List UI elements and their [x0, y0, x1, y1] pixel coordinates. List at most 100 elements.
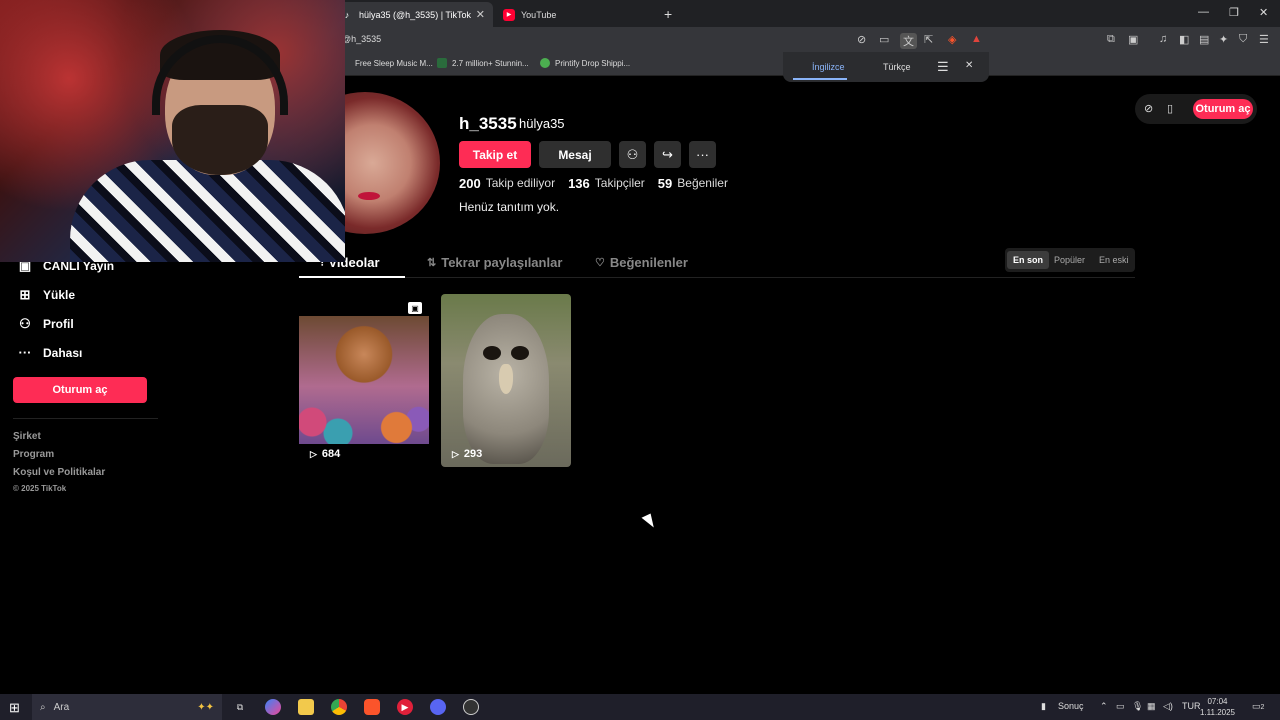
- tab-youtube[interactable]: ▶ YouTube: [495, 2, 655, 27]
- rewards-icon[interactable]: ▲: [971, 33, 982, 45]
- translate-option-english[interactable]: İngilizce: [812, 62, 845, 72]
- chevron-up-icon[interactable]: ⌃: [1100, 701, 1108, 712]
- view-count: ▷ 684: [310, 448, 341, 460]
- clock[interactable]: 07:04 1.11.2025: [1200, 696, 1235, 718]
- brave-icon[interactable]: [364, 699, 380, 715]
- volume-icon[interactable]: ◁): [1163, 701, 1173, 712]
- login-button-header[interactable]: Oturum aç: [1193, 99, 1253, 119]
- wallet-icon[interactable]: ▤: [1199, 33, 1209, 46]
- weather-widget[interactable]: Sonuç: [1058, 701, 1084, 711]
- bookmark-item[interactable]: Printify Drop Shippi...: [540, 58, 630, 68]
- network-icon[interactable]: ▦: [1147, 701, 1156, 712]
- sparkle-icon: ✦✦: [197, 701, 214, 713]
- video-thumbnail-detail: [299, 389, 429, 444]
- folder-icon[interactable]: [298, 699, 314, 715]
- url-field[interactable]: @h_3535: [342, 34, 381, 44]
- avatar-detail: [358, 192, 380, 200]
- sort-popular[interactable]: Popüler: [1048, 251, 1091, 269]
- new-tab-button[interactable]: +: [664, 6, 672, 22]
- pinned-icon: ▣: [408, 302, 422, 314]
- cast-icon[interactable]: ▭: [879, 33, 889, 46]
- login-button-sidebar[interactable]: Oturum aç: [13, 377, 147, 403]
- sidebar-item-upload[interactable]: ⊞ Yükle: [16, 287, 75, 303]
- close-tab-icon[interactable]: ✕: [476, 8, 485, 21]
- follow-button[interactable]: Takip et: [459, 141, 531, 168]
- share-icon[interactable]: ⇱: [924, 33, 933, 46]
- leo-icon[interactable]: ✦: [1219, 33, 1228, 46]
- likes-count: 59: [657, 176, 673, 191]
- tracking-icon[interactable]: ⊘: [857, 33, 866, 46]
- sidebar-icon[interactable]: ◧: [1179, 33, 1189, 46]
- sidebar-item-more[interactable]: ··· Dahası: [16, 345, 83, 360]
- likes-label: Beğeniler: [677, 176, 728, 190]
- header-actions: ⊘ ▯ Oturum aç: [1135, 94, 1257, 124]
- user-icon: ⚇: [19, 316, 31, 331]
- minimize-button[interactable]: —: [1198, 6, 1209, 18]
- message-button[interactable]: Mesaj: [539, 141, 611, 168]
- nba-icon[interactable]: ▮: [1041, 701, 1046, 712]
- brave-shield-icon[interactable]: ◈: [948, 33, 956, 46]
- thumbnail-detail: [499, 364, 513, 394]
- mobile-icon[interactable]: ▯: [1167, 102, 1173, 115]
- mouse-cursor: [641, 513, 657, 531]
- extensions-icon[interactable]: ⧉: [1107, 33, 1115, 46]
- music-icon[interactable]: ♫: [1159, 33, 1167, 45]
- tab-label: hülya35 (@h_3535) | TikTok: [359, 9, 472, 20]
- following-count[interactable]: 200: [459, 176, 481, 191]
- view-count: ▷ 293: [452, 448, 483, 460]
- translate-option-turkish[interactable]: Türkçe: [883, 62, 911, 72]
- obs-icon[interactable]: [463, 699, 479, 715]
- sidebar-divider: [13, 418, 158, 419]
- footer-copyright: © 2025 TikTok: [13, 484, 67, 493]
- share-profile-button[interactable]: ↪: [654, 141, 681, 168]
- close-window-button[interactable]: ✕: [1259, 6, 1268, 19]
- footer-link-terms[interactable]: Koşul ve Politikalar: [13, 467, 105, 478]
- microphone-icon[interactable]: 🎙︎: [1132, 701, 1143, 712]
- task-view-icon[interactable]: ⧉: [232, 699, 248, 715]
- translate-menu-icon[interactable]: ☰: [937, 59, 949, 75]
- discord-icon[interactable]: [430, 699, 446, 715]
- taskbar-search[interactable]: ⌕ Ara ✦✦: [32, 694, 222, 720]
- sort-newest[interactable]: En son: [1007, 251, 1050, 269]
- sort-oldest[interactable]: En eski: [1093, 251, 1135, 269]
- notification-icon[interactable]: ▭2: [1252, 701, 1264, 712]
- webcam-person-beard: [172, 105, 268, 175]
- tab-reposts[interactable]: ⇅ Tekrar paylaşılanlar: [427, 255, 562, 270]
- tab-liked[interactable]: ♡ Beğenilenler: [595, 255, 688, 270]
- sidebar-item-profile[interactable]: ⚇ Profil: [16, 316, 74, 332]
- following-label[interactable]: Takip ediliyor: [486, 176, 555, 191]
- profile-username: h_3535: [459, 114, 517, 133]
- more-options-button[interactable]: ···: [689, 141, 716, 168]
- video-card[interactable]: ▷ 293: [441, 294, 571, 467]
- add-friend-button[interactable]: ⚇: [619, 141, 646, 168]
- maximize-button[interactable]: ❐: [1229, 6, 1239, 19]
- footer-link-company[interactable]: Şirket: [13, 431, 41, 442]
- translate-icon[interactable]: 文: [900, 33, 917, 49]
- copilot-icon[interactable]: [265, 699, 281, 715]
- bookmark-item[interactable]: 2.7 million+ Stunnin...: [437, 58, 529, 68]
- video-card[interactable]: ▷ 684: [299, 294, 429, 467]
- tray-icon[interactable]: ▭: [1116, 701, 1125, 712]
- media-player-icon[interactable]: ▶: [397, 699, 413, 715]
- thumbnail-detail: [511, 346, 529, 360]
- followers-label[interactable]: Takipçiler: [595, 176, 645, 191]
- menu-icon[interactable]: ☰: [1259, 33, 1269, 46]
- profile-avatar: [340, 92, 441, 234]
- taskbar: ⊞ ⌕ Ara ✦✦ ⧉ ▶ ▮ Sonuç ⌃ ▭ 🎙︎ ▦ ◁) TUR 0…: [0, 694, 1280, 720]
- followers-count[interactable]: 136: [568, 176, 590, 191]
- heart-icon: ♡: [595, 257, 605, 269]
- translate-selected-indicator: [793, 78, 847, 80]
- compass-icon[interactable]: ⊘: [1144, 102, 1153, 115]
- chrome-icon[interactable]: [331, 699, 347, 715]
- repost-icon: ⇅: [427, 257, 437, 269]
- tab-tiktok[interactable]: ♪ hülya35 (@h_3535) | TikTok ✕: [333, 2, 493, 27]
- tab-label: YouTube: [521, 9, 557, 20]
- ellipsis-icon: ···: [696, 147, 709, 162]
- screenshot-icon[interactable]: ▣: [1128, 33, 1138, 46]
- windows-start-icon[interactable]: ⊞: [9, 700, 20, 716]
- vpn-icon[interactable]: ⛉: [1239, 33, 1247, 46]
- bookmark-item[interactable]: Free Sleep Music M...: [340, 58, 433, 68]
- language-indicator[interactable]: TUR: [1182, 701, 1201, 711]
- translate-close-icon[interactable]: ✕: [965, 60, 973, 71]
- footer-link-program[interactable]: Program: [13, 449, 54, 460]
